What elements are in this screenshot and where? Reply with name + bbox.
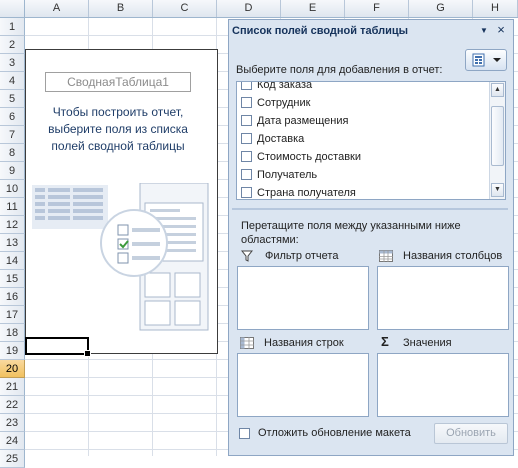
- column-header-g[interactable]: G: [409, 0, 473, 17]
- pivot-table-name: СводнаяТаблица1: [45, 72, 191, 92]
- row-header[interactable]: 1: [0, 18, 25, 36]
- row-header[interactable]: 15: [0, 270, 25, 288]
- column-header-a[interactable]: A: [25, 0, 89, 17]
- column-header-e[interactable]: E: [281, 0, 345, 17]
- layout-icon: [472, 53, 501, 67]
- row-header[interactable]: 3: [0, 54, 25, 72]
- field-checkbox[interactable]: [241, 133, 252, 144]
- field-list: Код заказа Сотрудник Дата размещения Дос…: [236, 81, 506, 200]
- chevron-down-icon[interactable]: ▼: [480, 26, 490, 36]
- row-labels-drop-zone[interactable]: [237, 353, 369, 417]
- row-header[interactable]: 12: [0, 216, 25, 234]
- row-header[interactable]: 16: [0, 288, 25, 306]
- values-drop-zone[interactable]: [377, 353, 509, 417]
- field-item[interactable]: Страна получателя: [241, 184, 356, 199]
- row-header[interactable]: 22: [0, 396, 25, 414]
- column-header-c[interactable]: C: [153, 0, 217, 17]
- filter-icon: [241, 250, 253, 262]
- pane-title: Список полей сводной таблицы: [232, 25, 409, 37]
- field-label: Стоимость доставки: [257, 151, 361, 163]
- field-item[interactable]: Получатель: [241, 166, 317, 184]
- scroll-thumb[interactable]: [491, 106, 504, 166]
- drag-fields-label: Перетащите поля между указанными ниже об…: [241, 220, 461, 246]
- pivot-table-hint: Чтобы построить отчет, выберите поля из …: [48, 105, 188, 153]
- field-item[interactable]: Сотрудник: [241, 94, 310, 112]
- row-header[interactable]: 2: [0, 36, 25, 54]
- field-list-scrollbar[interactable]: ▲ ▼: [489, 82, 505, 199]
- field-item[interactable]: Доставка: [241, 130, 304, 148]
- column-header-d[interactable]: D: [217, 0, 281, 17]
- row-header[interactable]: 19: [0, 342, 25, 360]
- field-checkbox[interactable]: [241, 82, 252, 90]
- select-all-corner[interactable]: [0, 0, 25, 17]
- report-filter-drop-zone[interactable]: [237, 266, 369, 330]
- row-header[interactable]: 18: [0, 324, 25, 342]
- field-item[interactable]: Дата размещения: [241, 112, 348, 130]
- scroll-up-icon[interactable]: ▲: [491, 83, 504, 97]
- row-header-selected[interactable]: 20: [0, 360, 25, 378]
- row-header[interactable]: 24: [0, 432, 25, 450]
- fill-handle[interactable]: [84, 350, 91, 357]
- row-header[interactable]: 11: [0, 198, 25, 216]
- row-header[interactable]: 23: [0, 414, 25, 432]
- field-checkbox[interactable]: [241, 169, 252, 180]
- sigma-icon: Σ: [381, 334, 389, 349]
- defer-update-label: Отложить обновление макета: [258, 427, 411, 439]
- field-label: Код заказа: [257, 81, 313, 91]
- values-label: Значения: [403, 337, 452, 349]
- row-header[interactable]: 7: [0, 126, 25, 144]
- row-header[interactable]: 6: [0, 108, 25, 126]
- field-label: Дата размещения: [257, 115, 349, 127]
- row-header[interactable]: 14: [0, 252, 25, 270]
- field-list-layout-button[interactable]: [465, 49, 507, 71]
- report-filter-label: Фильтр отчета: [265, 250, 339, 262]
- row-header[interactable]: 9: [0, 162, 25, 180]
- row-header[interactable]: 8: [0, 144, 25, 162]
- column-grid-icon: [379, 250, 393, 262]
- field-checkbox[interactable]: [241, 97, 252, 108]
- field-label: Сотрудник: [257, 97, 311, 109]
- column-labels-label: Названия столбцов: [403, 250, 503, 262]
- field-label: Доставка: [257, 133, 305, 145]
- pivot-illustration-icon: [32, 183, 209, 331]
- update-button[interactable]: Обновить: [434, 423, 508, 444]
- choose-fields-label: Выберите поля для добавления в отчет:: [236, 64, 443, 76]
- close-icon[interactable]: ×: [495, 23, 507, 36]
- row-header[interactable]: 21: [0, 378, 25, 396]
- column-header-f[interactable]: F: [345, 0, 409, 17]
- field-checkbox[interactable]: [241, 115, 252, 126]
- field-checkbox[interactable]: [241, 151, 252, 162]
- row-header[interactable]: 25: [0, 450, 25, 468]
- active-cell[interactable]: [25, 337, 91, 357]
- row-header[interactable]: 17: [0, 306, 25, 324]
- field-item[interactable]: Стоимость доставки: [241, 148, 361, 166]
- row-header[interactable]: 5: [0, 90, 25, 108]
- field-label: Страна получателя: [257, 187, 356, 199]
- column-labels-drop-zone[interactable]: [377, 266, 509, 330]
- field-checkbox[interactable]: [241, 187, 252, 198]
- row-grid-icon: [240, 337, 254, 349]
- row-labels-label: Названия строк: [264, 337, 344, 349]
- scroll-down-icon[interactable]: ▼: [491, 183, 504, 197]
- pane-splitter[interactable]: [232, 208, 508, 210]
- field-item[interactable]: Код заказа: [241, 81, 313, 94]
- column-header-h[interactable]: H: [473, 0, 518, 17]
- column-header-b[interactable]: B: [89, 0, 153, 17]
- row-header[interactable]: 13: [0, 234, 25, 252]
- row-header[interactable]: 4: [0, 72, 25, 90]
- defer-update-checkbox[interactable]: [239, 428, 250, 439]
- row-header[interactable]: 10: [0, 180, 25, 198]
- field-label: Получатель: [257, 169, 318, 181]
